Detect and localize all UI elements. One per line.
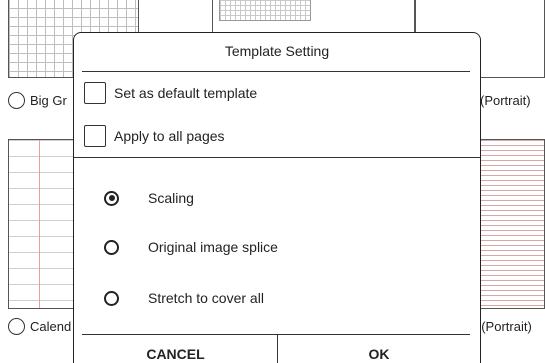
scaling-radio[interactable] bbox=[104, 190, 119, 206]
cancel-button[interactable]: CANCEL bbox=[74, 335, 277, 363]
grid-box-pattern bbox=[219, 0, 311, 21]
apply-all-pages-label: Apply to all pages bbox=[114, 128, 225, 144]
option-stretch-to-cover[interactable]: Stretch to cover all bbox=[104, 287, 264, 309]
template-thumbnail-lined-portrait[interactable] bbox=[477, 139, 545, 309]
scaling-label: Scaling bbox=[148, 190, 194, 206]
apply-all-pages-row[interactable]: Apply to all pages bbox=[84, 124, 225, 148]
original-image-splice-label: Original image splice bbox=[148, 239, 278, 255]
apply-all-pages-checkbox[interactable] bbox=[84, 125, 106, 147]
template-setting-dialog: Template Setting Set as default template… bbox=[73, 32, 481, 363]
set-default-template-label: Set as default template bbox=[114, 85, 258, 101]
template-radio-calendar[interactable] bbox=[8, 318, 25, 335]
template-label-portrait-2: h(Portrait) bbox=[474, 319, 532, 334]
option-scaling[interactable]: Scaling bbox=[104, 187, 194, 209]
title-divider bbox=[82, 71, 470, 72]
stretch-to-cover-radio[interactable] bbox=[104, 290, 119, 306]
stretch-to-cover-label: Stretch to cover all bbox=[148, 290, 264, 306]
template-label-big-grid: Big Gr bbox=[30, 93, 67, 108]
dialog-title: Template Setting bbox=[224, 43, 330, 59]
option-original-image-splice[interactable]: Original image splice bbox=[104, 236, 278, 258]
set-default-template-checkbox[interactable] bbox=[84, 82, 106, 104]
template-label-portrait: (Portrait) bbox=[480, 93, 531, 108]
section-divider bbox=[74, 157, 480, 158]
set-default-template-row[interactable]: Set as default template bbox=[84, 81, 257, 105]
ok-button[interactable]: OK bbox=[278, 335, 480, 363]
original-image-splice-radio[interactable] bbox=[104, 239, 119, 255]
template-label-calendar: Calend bbox=[30, 319, 72, 334]
margin-line bbox=[39, 140, 40, 308]
template-radio-big-grid[interactable] bbox=[8, 92, 25, 109]
